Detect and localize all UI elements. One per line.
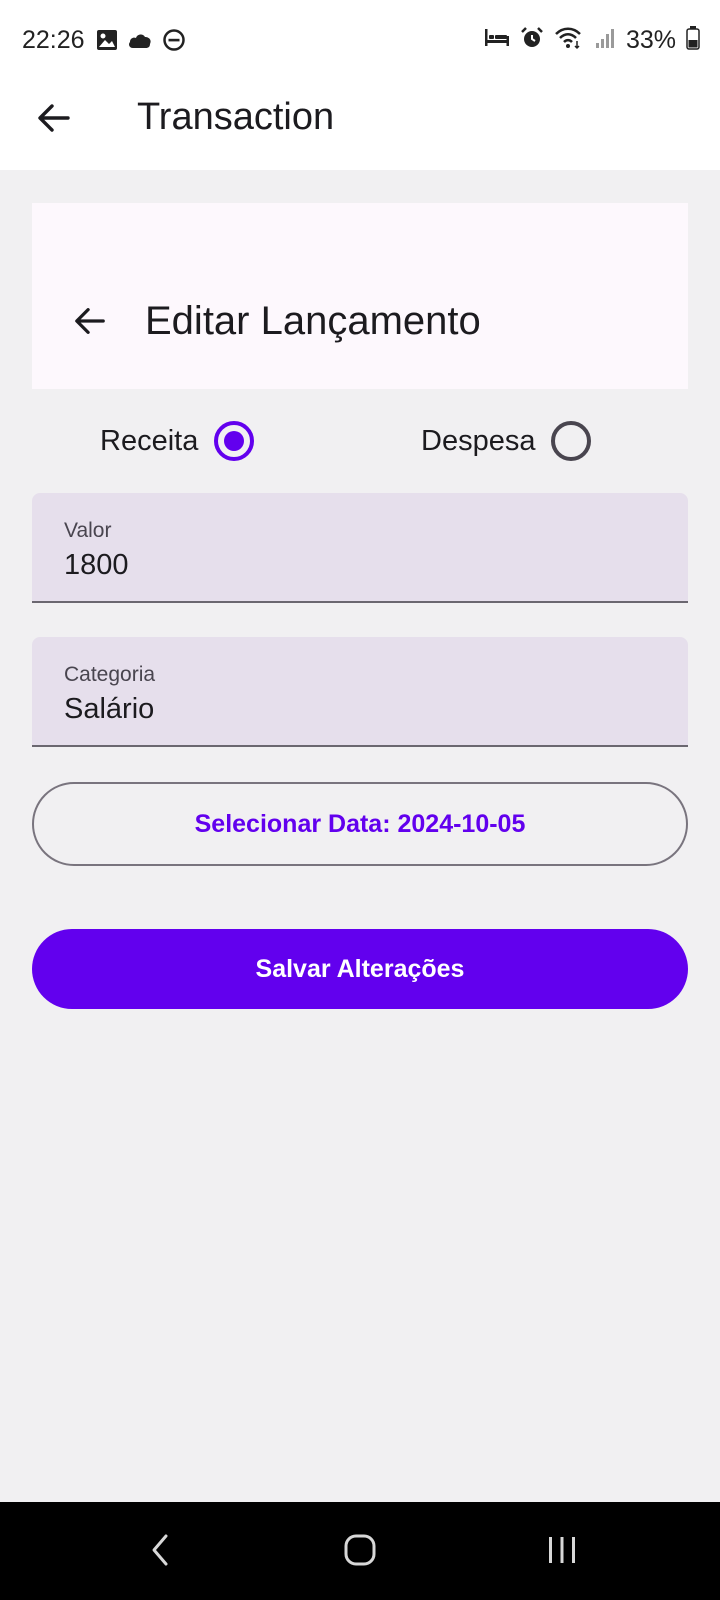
select-date-button[interactable]: Selecionar Data: 2024-10-05 bbox=[32, 782, 688, 866]
valor-field-label: Valor bbox=[64, 519, 112, 542]
categoria-field-label: Categoria bbox=[64, 663, 156, 686]
radio-option-despesa[interactable]: Despesa bbox=[421, 416, 592, 466]
valor-field[interactable]: Valor 1800 bbox=[32, 493, 688, 603]
status-bar: 22:26 33% bbox=[0, 0, 720, 82]
status-right-icons: 33% bbox=[484, 26, 700, 55]
app-bar: Transaction bbox=[0, 82, 720, 170]
system-nav-bar bbox=[0, 1502, 720, 1600]
do-not-disturb-icon bbox=[162, 28, 186, 57]
arrow-back-icon bbox=[73, 304, 107, 343]
form-header-card: Editar Lançamento bbox=[32, 203, 688, 389]
nav-back-icon bbox=[148, 1532, 172, 1573]
status-time: 22:26 bbox=[22, 26, 85, 54]
radio-option-receita[interactable]: Receita bbox=[100, 416, 255, 466]
form-title: Editar Lançamento bbox=[145, 299, 481, 343]
valor-field-value[interactable]: 1800 bbox=[64, 549, 129, 582]
home-icon bbox=[342, 1532, 378, 1573]
status-left-icons bbox=[96, 28, 186, 57]
sleep-icon bbox=[484, 27, 510, 54]
battery-percentage: 33% bbox=[625, 26, 676, 54]
content-area: Editar Lançamento Receita Despesa Valor … bbox=[0, 170, 720, 1502]
alarm-icon bbox=[520, 26, 544, 55]
radio-button-receita[interactable] bbox=[214, 421, 255, 461]
app-bar-back-button[interactable] bbox=[32, 98, 76, 142]
app-bar-title: Transaction bbox=[137, 96, 335, 138]
radio-label-receita: Receita bbox=[100, 424, 199, 457]
nav-home-button[interactable] bbox=[330, 1524, 390, 1580]
save-changes-button[interactable]: Salvar Alterações bbox=[32, 929, 688, 1009]
nav-recent-apps-button[interactable] bbox=[532, 1524, 592, 1580]
signal-icon bbox=[594, 27, 616, 54]
arrow-back-icon bbox=[36, 100, 72, 141]
battery-icon bbox=[686, 26, 700, 55]
wifi-icon bbox=[554, 26, 584, 55]
gallery-icon bbox=[96, 29, 118, 56]
categoria-field-value[interactable]: Salário bbox=[64, 693, 154, 726]
recent-apps-icon bbox=[545, 1533, 579, 1572]
nav-back-button[interactable] bbox=[130, 1524, 190, 1580]
radio-button-despesa[interactable] bbox=[551, 421, 592, 461]
cloud-icon bbox=[127, 30, 153, 55]
categoria-field[interactable]: Categoria Salário bbox=[32, 637, 688, 747]
form-header-back-button[interactable] bbox=[68, 301, 112, 345]
radio-label-despesa: Despesa bbox=[421, 424, 536, 457]
